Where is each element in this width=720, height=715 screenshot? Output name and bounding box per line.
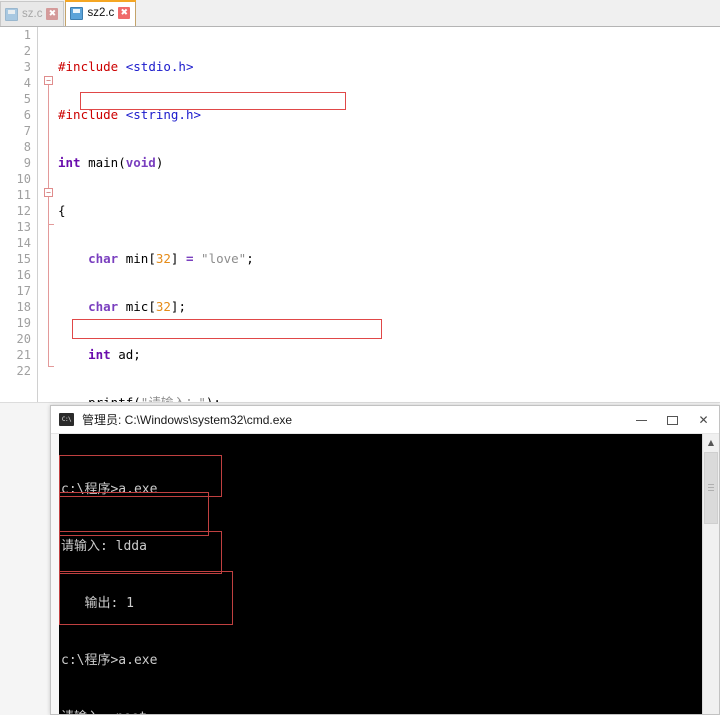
- close-button[interactable]: ✕: [688, 406, 719, 434]
- line-number: 20: [17, 331, 31, 347]
- line-number: 18: [17, 299, 31, 315]
- line-number: 3: [24, 59, 31, 75]
- line-number: 2: [24, 43, 31, 59]
- cmd-console-window[interactable]: C:\ 管理员: C:\Windows\system32\cmd.exe ✕ c…: [50, 405, 720, 715]
- tab-sz-c[interactable]: sz.c ✖: [0, 1, 64, 26]
- minimize-button[interactable]: [626, 406, 657, 434]
- code-line-1: #include <stdio.h>: [58, 59, 720, 75]
- save-file-icon: [5, 8, 18, 21]
- line-number-gutter: 12345678910111213141516171819202122: [0, 27, 38, 402]
- line-number: 21: [17, 347, 31, 363]
- console-line: c:\程序>a.exe: [61, 651, 696, 670]
- console-line: 请输入: neet: [61, 708, 696, 714]
- code-text-area[interactable]: #include <stdio.h> #include <string.h> i…: [58, 27, 720, 402]
- window-controls: ✕: [626, 406, 719, 434]
- line-number: 9: [24, 155, 31, 171]
- line-number: 10: [17, 171, 31, 187]
- line-number: 7: [24, 123, 31, 139]
- save-file-icon: [70, 7, 83, 20]
- line-number: 13: [17, 219, 31, 235]
- console-line: c:\程序>a.exe: [61, 480, 696, 499]
- console-scrollbar[interactable]: ▲: [702, 434, 719, 714]
- code-editor[interactable]: 12345678910111213141516171819202122 − − …: [0, 27, 720, 402]
- code-folding-column[interactable]: − −: [42, 27, 56, 402]
- close-icon[interactable]: ✖: [46, 8, 58, 20]
- console-left-margin: [51, 434, 59, 714]
- console-line: 请输入: ldda: [61, 537, 696, 556]
- tab-label: sz.c: [22, 8, 42, 20]
- console-line: 输出: 1: [61, 594, 696, 613]
- line-number: 14: [17, 235, 31, 251]
- fold-guide-line: [48, 210, 49, 367]
- close-icon[interactable]: ✖: [118, 7, 130, 19]
- line-number: 16: [17, 267, 31, 283]
- line-number: 4: [24, 75, 31, 91]
- line-number: 1: [24, 27, 31, 43]
- app-root: sz.c ✖ sz2.c ✖ 1234567891011121314151617…: [0, 0, 720, 715]
- fold-marker-line-11[interactable]: −: [44, 188, 53, 197]
- line-number: 22: [17, 363, 31, 379]
- console-body: c:\程序>a.exe 请输入: ldda 输出: 1 c:\程序>a.exe …: [51, 434, 719, 714]
- maximize-button[interactable]: [657, 406, 688, 434]
- code-line-7: int ad;: [58, 347, 720, 363]
- line-number: 6: [24, 107, 31, 123]
- scrollbar-thumb[interactable]: [704, 452, 718, 524]
- tab-sz2-c[interactable]: sz2.c ✖: [65, 0, 136, 26]
- console-title-text: 管理员: C:\Windows\system32\cmd.exe: [82, 411, 292, 428]
- editor-tab-bar: sz.c ✖ sz2.c ✖: [0, 0, 720, 27]
- code-line-8: printf("请输入：");: [58, 395, 720, 402]
- fold-marker-line-4[interactable]: −: [44, 76, 53, 85]
- line-number: 12: [17, 203, 31, 219]
- line-number: 8: [24, 139, 31, 155]
- line-number: 19: [17, 315, 31, 331]
- line-number: 11: [17, 187, 31, 203]
- fold-end-tick: [48, 366, 54, 367]
- gutter-divider: [37, 27, 38, 402]
- code-line-5: char min[32] = "love";: [58, 251, 720, 267]
- tab-label: sz2.c: [87, 7, 114, 19]
- cmd-icon: C:\: [59, 413, 74, 426]
- scroll-up-arrow-icon[interactable]: ▲: [703, 434, 719, 451]
- line-number: 17: [17, 283, 31, 299]
- console-title-bar[interactable]: C:\ 管理员: C:\Windows\system32\cmd.exe ✕: [51, 406, 719, 434]
- line-number: 15: [17, 251, 31, 267]
- code-line-6: char mic[32];: [58, 299, 720, 315]
- code-line-2: #include <string.h>: [58, 107, 720, 123]
- code-line-4: {: [58, 203, 720, 219]
- console-output-area[interactable]: c:\程序>a.exe 请输入: ldda 输出: 1 c:\程序>a.exe …: [59, 434, 702, 714]
- line-number: 5: [24, 91, 31, 107]
- code-line-3: int main(void): [58, 155, 720, 171]
